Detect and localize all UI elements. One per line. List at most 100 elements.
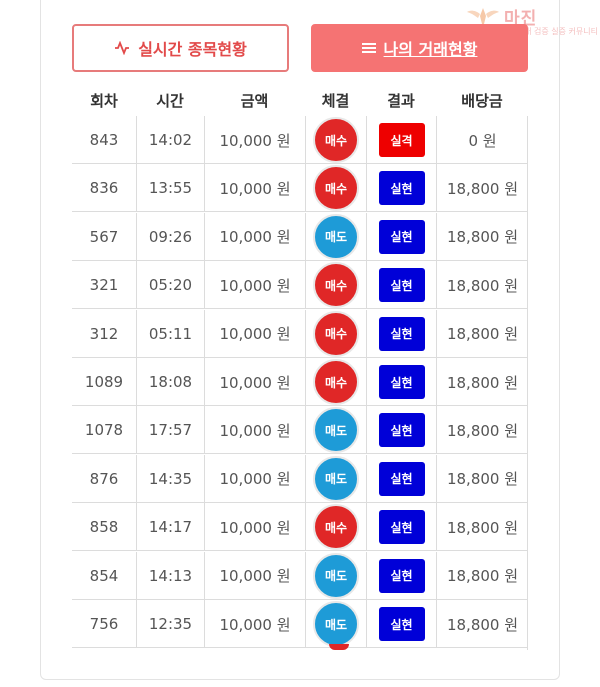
trade-circle-partial: [329, 644, 349, 650]
trade-cell: 매도: [305, 600, 366, 648]
amount-cell: 10,000 원: [204, 164, 305, 213]
table-row: 321 05:20 10,000 원 매수 실현 18,800 원: [72, 261, 528, 310]
trade-cell: 매수: [305, 261, 366, 310]
buy-badge: 매수: [313, 262, 359, 309]
payout-cell: 18,800 원: [436, 212, 528, 261]
round-cell: 876: [89, 469, 119, 488]
trade-cell: 매수: [305, 309, 366, 358]
amount-cell: 10,000 원: [204, 406, 305, 455]
buy-badge: 매수: [313, 504, 359, 551]
round-cell: 567: [89, 227, 119, 246]
round-cell: 756: [89, 615, 119, 633]
buy-badge: 매수: [313, 310, 359, 357]
result-cell: 실현: [366, 261, 436, 310]
round-cell: 1089: [84, 373, 124, 391]
sell-badge: 매도: [313, 407, 359, 454]
payout-cell: 18,800 원: [436, 164, 528, 213]
result-win-badge: 실현: [378, 461, 425, 496]
table-row: 858 14:17 10,000 원 매수 실현 18,800 원: [72, 503, 528, 552]
result-lose-badge: 실격: [378, 123, 425, 157]
result-win-badge: 실현: [378, 558, 425, 593]
trade-cell: 매수: [305, 164, 366, 213]
payout-cell: 18,800 원: [436, 406, 528, 455]
result-win-badge: 실현: [378, 365, 425, 399]
table-row: 836 13:55 10,000 원 매수 실현 18,800 원: [72, 164, 528, 213]
result-cell: 실현: [366, 358, 436, 406]
header-trade: 체결: [321, 92, 350, 110]
tab-my-trades-label: 나의 거래현황: [383, 40, 478, 59]
result-win-badge: 실현: [378, 268, 425, 303]
table-row: 312 05:11 10,000 원 매수 실현 18,800 원: [72, 309, 528, 358]
amount-cell: 10,000 원: [204, 503, 305, 552]
result-cell: 실현: [366, 503, 436, 552]
header-amount: 금액: [240, 92, 269, 110]
round-cell: 858: [89, 518, 119, 537]
payout-cell: 18,800 원: [436, 358, 528, 406]
trade-history-table[interactable]: 843 14:02 10,000 원 매수 실격 0 원 836 13:55 10,000 원매…: [72, 116, 528, 650]
amount-cell: 10,000 원: [204, 116, 305, 164]
amount-cell: 10,000 원: [204, 309, 305, 358]
tab-live-label: 실시간 종목현황: [138, 40, 247, 59]
payout-cell: 18,800 원: [436, 551, 528, 600]
round-cell: 1078: [84, 421, 124, 440]
trade-cell: 매도: [305, 454, 366, 503]
table-row: 843 14:02 10,000 원 매수 실격 0 원: [72, 116, 528, 164]
payout-cell: 18,800 원: [436, 503, 528, 552]
round-cell: 312: [89, 324, 119, 343]
time-cell: 14:17: [136, 503, 204, 552]
round-cell: 854: [89, 566, 119, 585]
result-win-badge: 실현: [378, 171, 425, 206]
header-result: 결과: [387, 92, 415, 110]
result-cell: 실현: [366, 454, 436, 503]
buy-badge: 매수: [313, 117, 359, 163]
time-cell: 14:35: [136, 454, 204, 503]
sell-badge: 매도: [313, 455, 359, 502]
buy-badge: 매수: [313, 165, 359, 212]
time-cell: 12:35: [136, 600, 204, 648]
payout-cell: 18,800 원: [436, 309, 528, 358]
time-cell: 14:13: [136, 551, 204, 600]
payout-cell: 0 원: [436, 116, 528, 164]
table-row: 756 12:35 10,000 원 매도 실현 18,800 원: [72, 600, 528, 648]
time-cell: 14:02: [136, 116, 204, 164]
amount-cell: 10,000 원: [204, 261, 305, 310]
result-win-badge: 실현: [378, 316, 425, 351]
round-cell: 836: [89, 179, 119, 198]
time-cell: 05:11: [136, 309, 204, 358]
result-cell: 실현: [366, 212, 436, 261]
header-time: 시간: [156, 92, 184, 110]
time-cell: 05:20: [136, 261, 204, 310]
amount-cell: 10,000 원: [204, 212, 305, 261]
payout-cell: 18,800 원: [436, 600, 528, 648]
trade-cell: 매도: [305, 212, 366, 261]
result-win-badge: 실현: [378, 413, 425, 448]
header-round: 회차: [90, 92, 118, 110]
tab-live-stocks[interactable]: 실시간 종목현황: [72, 24, 289, 72]
result-cell: 실현: [366, 309, 436, 358]
result-cell: 실현: [366, 406, 436, 455]
time-cell: 13:55: [136, 164, 204, 213]
header-payout: 배당금: [461, 92, 503, 110]
table-row: 567 09:26 10,000 원 매도 실현 18,800 원: [72, 212, 528, 261]
amount-cell: 10,000 원: [204, 551, 305, 600]
time-cell: 09:26: [136, 212, 204, 261]
payout-cell: 18,800 원: [436, 261, 528, 310]
table-header: 회차 시간 금액 체결 결과 배당금: [72, 90, 528, 114]
time-cell: 18:08: [136, 358, 204, 406]
result-win-badge: 실현: [378, 510, 425, 545]
trade-cell: 매수: [305, 503, 366, 552]
trade-cell: 매도: [305, 551, 366, 600]
table-row: 854 14:13 10,000 원 매도 실현 18,800 원: [72, 551, 528, 600]
round-cell: 843: [89, 131, 119, 149]
table-row: 1089 18:08 10,000 원 매수 실현 18,800 원: [72, 358, 528, 406]
trade-cell: 매도: [305, 406, 366, 455]
result-win-badge: 실현: [378, 607, 425, 641]
amount-cell: 10,000 원: [204, 358, 305, 406]
pulse-icon: [115, 41, 130, 55]
buy-badge: 매수: [313, 359, 359, 405]
table-row: 1078 17:57 10,000 원 매도 실현 18,800 원: [72, 406, 528, 455]
round-cell: 321: [89, 276, 119, 295]
result-cell: 실현: [366, 600, 436, 648]
time-cell: 17:57: [136, 406, 204, 455]
tab-my-trades[interactable]: 나의 거래현황: [311, 24, 528, 72]
